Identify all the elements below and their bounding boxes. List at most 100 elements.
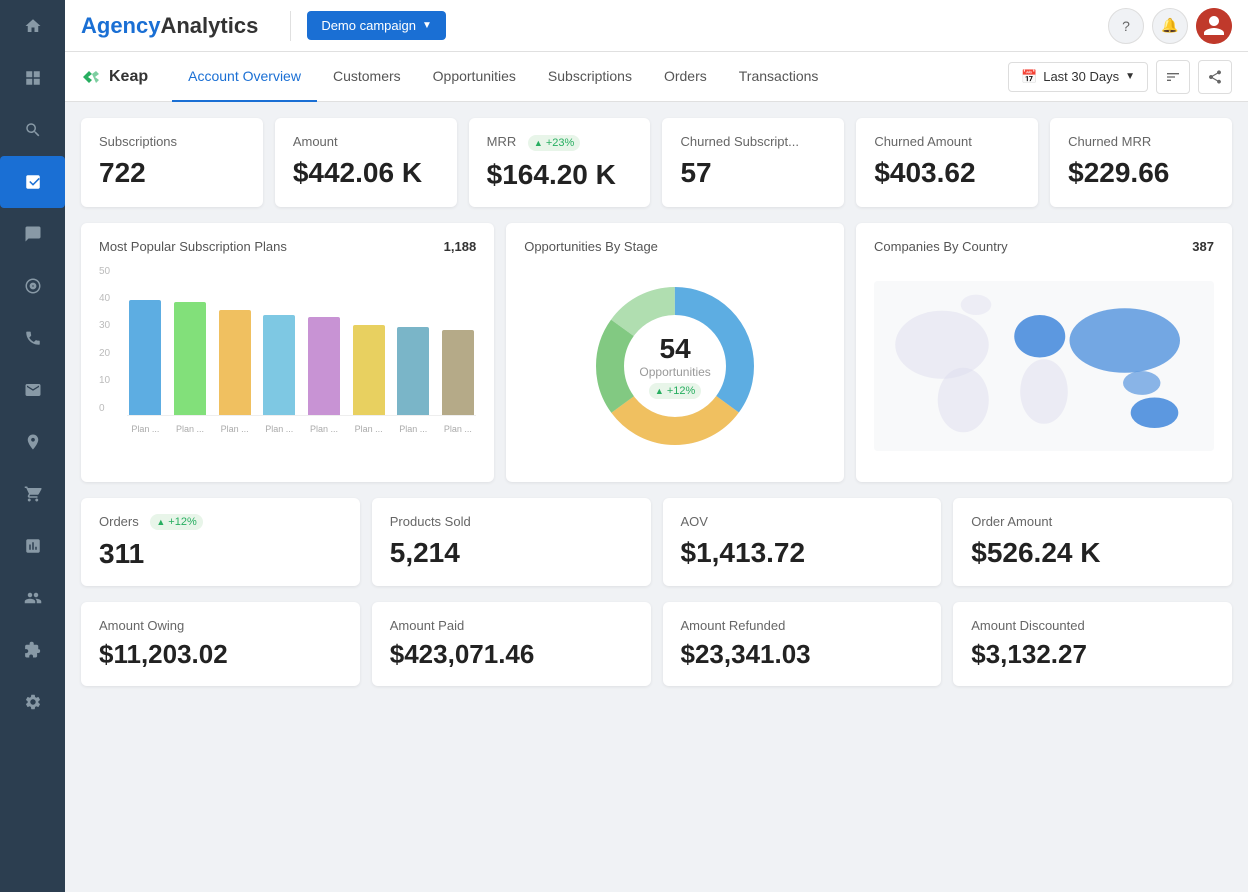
bottom-label: Amount Discounted — [971, 618, 1214, 633]
bar-label: Plan ... — [216, 424, 253, 434]
share-button[interactable] — [1198, 60, 1232, 94]
sidebar-item-home[interactable] — [0, 0, 65, 52]
metric-card-orders: Orders ▲ +12% 311 — [81, 498, 360, 587]
bar-col — [127, 300, 164, 415]
sidebar-item-report[interactable] — [0, 520, 65, 572]
metric-card-order-amount: Order Amount $526.24 K — [953, 498, 1232, 587]
sidebar-item-analytics[interactable] — [0, 156, 65, 208]
donut-center: 54 Opportunities ▲ +12% — [639, 333, 710, 399]
bar-rect — [308, 317, 340, 415]
chart-title: Opportunities By Stage — [524, 239, 658, 254]
metric-label: Churned Amount — [874, 134, 1020, 149]
amount-discounted-card: Amount Discounted $3,132.27 — [953, 602, 1232, 686]
map-svg — [874, 276, 1214, 456]
bar-rect — [353, 325, 385, 415]
sidebar-item-grid[interactable] — [0, 52, 65, 104]
bar-rect — [219, 310, 251, 415]
metric-label: Churned MRR — [1068, 134, 1214, 149]
sidebar-item-target[interactable] — [0, 260, 65, 312]
metric-label: Products Sold — [390, 514, 633, 529]
metric-card-products-sold: Products Sold 5,214 — [372, 498, 651, 587]
metric-value: $403.62 — [874, 157, 1020, 189]
bar-rect — [397, 327, 429, 415]
metric-label: Orders ▲ +12% — [99, 514, 342, 531]
metric-label: AOV — [681, 514, 924, 529]
sidebar-item-mail[interactable] — [0, 364, 65, 416]
opportunities-chart: Opportunities By Stage — [506, 223, 844, 482]
sidebar-item-cart[interactable] — [0, 468, 65, 520]
metric-value: 5,214 — [390, 537, 633, 569]
metric-label: MRR ▲ +23% — [487, 134, 633, 151]
chart-count: 1,188 — [444, 239, 477, 254]
metric-card-churned-subs: Churned Subscript... 57 — [662, 118, 844, 207]
app-logo: AgencyAnalytics — [81, 13, 258, 39]
sidebar — [0, 0, 65, 892]
bar-label: Plan ... — [127, 424, 164, 434]
sidebar-item-pin[interactable] — [0, 416, 65, 468]
metric-card-mrr: MRR ▲ +23% $164.20 K — [469, 118, 651, 207]
sidebar-item-phone[interactable] — [0, 312, 65, 364]
bar-label: Plan ... — [306, 424, 343, 434]
metric-card-subscriptions: Subscriptions 722 — [81, 118, 263, 207]
tab-opportunities[interactable]: Opportunities — [417, 52, 532, 102]
bar-col — [216, 310, 253, 415]
donut-wrap: 54 Opportunities ▲ +12% — [524, 266, 826, 466]
bar-rect — [129, 300, 161, 415]
bottom-label: Amount Owing — [99, 618, 342, 633]
customize-button[interactable] — [1156, 60, 1190, 94]
bar-label: Plan ... — [261, 424, 298, 434]
tab-orders[interactable]: Orders — [648, 52, 723, 102]
bottom-row: Amount Owing $11,203.02 Amount Paid $423… — [81, 602, 1232, 686]
bar-col — [350, 325, 387, 415]
metric-value: $164.20 K — [487, 159, 633, 191]
nav-bar: Keap Account Overview Customers Opportun… — [65, 52, 1248, 102]
metric-value: $442.06 K — [293, 157, 439, 189]
bar-col — [172, 302, 209, 415]
notifications-button[interactable]: 🔔 — [1152, 8, 1188, 44]
bottom-value: $23,341.03 — [681, 639, 924, 670]
bottom-value: $423,071.46 — [390, 639, 633, 670]
chart-title: Companies By Country — [874, 239, 1008, 254]
help-button[interactable]: ? — [1108, 8, 1144, 44]
sidebar-item-chat[interactable] — [0, 208, 65, 260]
metrics-row: Subscriptions 722 Amount $442.06 K MRR ▲… — [81, 118, 1232, 207]
sidebar-item-users[interactable] — [0, 572, 65, 624]
world-map — [874, 266, 1214, 466]
date-filter-button[interactable]: 📅 Last 30 Days ▼ — [1008, 62, 1148, 92]
bar-chart-inner — [127, 266, 476, 416]
metric-card-amount: Amount $442.06 K — [275, 118, 457, 207]
bar-label: Plan ... — [172, 424, 209, 434]
metric-value: $1,413.72 — [681, 537, 924, 569]
donut-count: 54 — [660, 333, 691, 365]
metric-card-aov: AOV $1,413.72 — [663, 498, 942, 587]
companies-chart: Companies By Country 387 — [856, 223, 1232, 482]
metric-label: Churned Subscript... — [680, 134, 826, 149]
tab-customers[interactable]: Customers — [317, 52, 417, 102]
donut-badge: ▲ +12% — [649, 383, 701, 399]
top-header: AgencyAnalytics Demo campaign ▼ ? 🔔 — [65, 0, 1248, 52]
amount-owing-card: Amount Owing $11,203.02 — [81, 602, 360, 686]
sidebar-item-search[interactable] — [0, 104, 65, 156]
chart-count: 387 — [1192, 239, 1214, 254]
tab-account-overview[interactable]: Account Overview — [172, 52, 317, 102]
bar-col — [395, 327, 432, 415]
user-avatar[interactable] — [1196, 8, 1232, 44]
metric-label: Amount — [293, 134, 439, 149]
tab-transactions[interactable]: Transactions — [723, 52, 835, 102]
sidebar-item-plugin[interactable] — [0, 624, 65, 676]
donut-sub: Opportunities — [639, 365, 710, 379]
metric-value: 722 — [99, 157, 245, 189]
bar-rect — [442, 330, 474, 415]
metric-value: 311 — [99, 538, 342, 570]
header-divider — [290, 11, 291, 41]
nav-right: 📅 Last 30 Days ▼ — [1008, 60, 1232, 94]
campaign-button[interactable]: Demo campaign ▼ — [307, 11, 446, 40]
bar-label: Plan ... — [350, 424, 387, 434]
tab-subscriptions[interactable]: Subscriptions — [532, 52, 648, 102]
content-area: Subscriptions 722 Amount $442.06 K MRR ▲… — [65, 102, 1248, 892]
chart-title: Most Popular Subscription Plans — [99, 239, 287, 254]
metric-value: $526.24 K — [971, 537, 1214, 569]
orders-badge: ▲ +12% — [150, 514, 202, 530]
bottom-label: Amount Paid — [390, 618, 633, 633]
sidebar-item-settings[interactable] — [0, 676, 65, 728]
